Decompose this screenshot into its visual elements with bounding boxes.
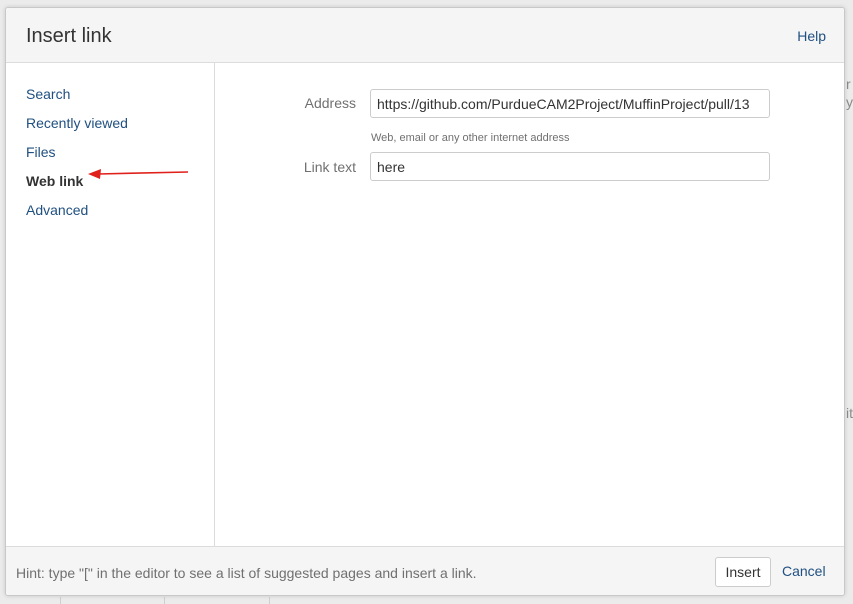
dialog-header: Insert link Help (6, 8, 844, 63)
address-input[interactable] (370, 89, 770, 118)
annotation-arrow-icon (88, 169, 189, 179)
address-label: Address (304, 95, 356, 111)
background-divider (164, 597, 165, 604)
background-text-fragment: y (846, 94, 853, 110)
background-text-fragment: it (846, 405, 853, 421)
address-hint: Web, email or any other internet address (371, 132, 570, 144)
insert-link-dialog: Insert link Help Search Recently viewed … (5, 7, 845, 596)
background-text-fragment: r (846, 76, 851, 92)
background-divider (60, 597, 61, 604)
sidebar-item-files[interactable]: Files (26, 144, 56, 160)
sidebar-item-search[interactable]: Search (26, 86, 70, 102)
link-form: Address Web, email or any other internet… (215, 63, 844, 546)
sidebar: Search Recently viewed Files Web link Ad… (6, 63, 215, 546)
background-divider (269, 597, 270, 604)
insert-button[interactable]: Insert (715, 557, 771, 587)
sidebar-item-advanced[interactable]: Advanced (26, 202, 88, 218)
link-text-input[interactable] (370, 152, 770, 181)
help-link[interactable]: Help (797, 28, 826, 44)
dialog-title: Insert link (26, 25, 112, 47)
sidebar-item-recently-viewed[interactable]: Recently viewed (26, 115, 128, 131)
footer-hint: Hint: type "[" in the editor to see a li… (16, 565, 477, 581)
sidebar-item-web-link[interactable]: Web link (26, 173, 83, 189)
dialog-footer: Hint: type "[" in the editor to see a li… (6, 546, 844, 595)
cancel-button[interactable]: Cancel (782, 563, 826, 579)
link-text-label: Link text (303, 159, 356, 175)
